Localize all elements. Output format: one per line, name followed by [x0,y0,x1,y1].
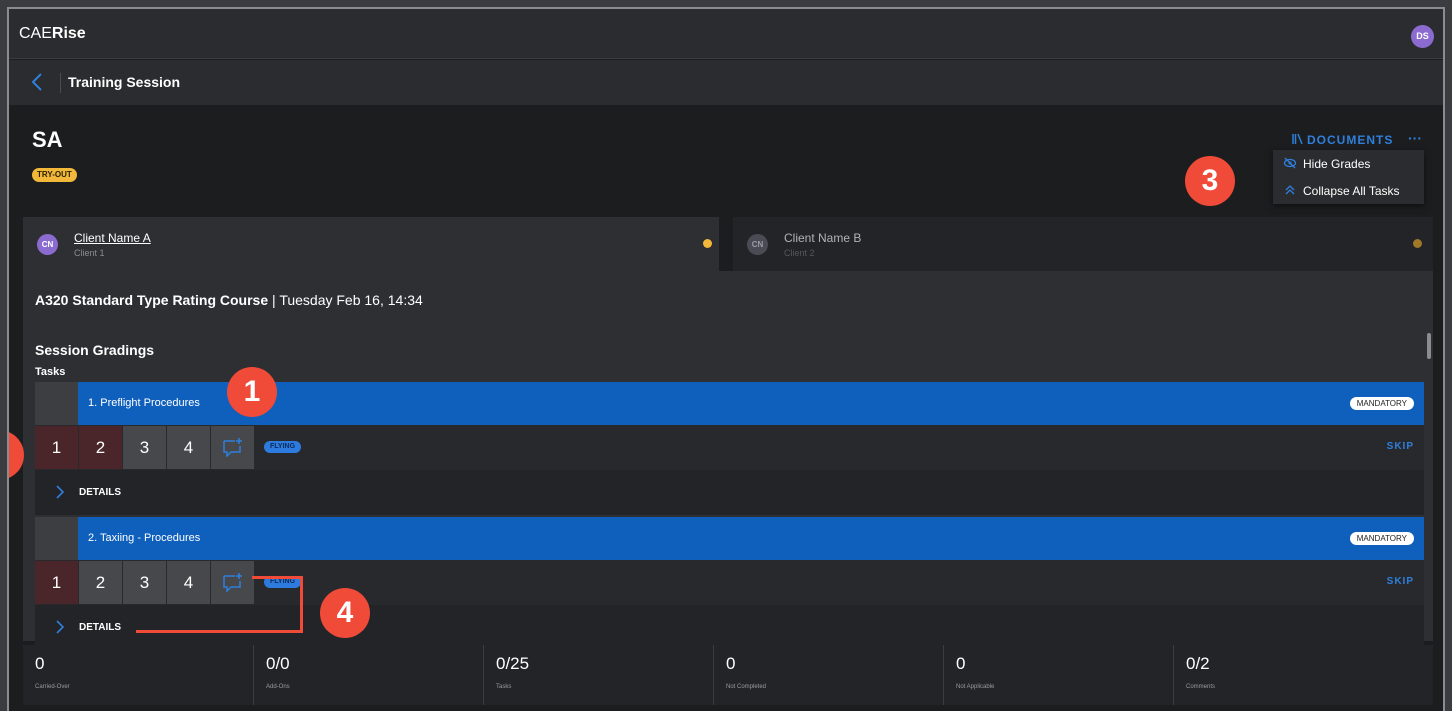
stat-label: Tasks [496,684,512,690]
page-title: SA [32,127,63,152]
details-label: DETAILS [79,622,122,633]
grade-button-3[interactable]: 3 [123,561,166,604]
grade-button-1[interactable]: 1 [35,561,78,604]
stat-label: Comments [1186,684,1216,690]
details-label: DETAILS [79,487,122,498]
stat-not-applicable: 0 Not Applicable [943,645,1173,705]
top-bar: CAERise DS [9,9,1443,59]
back-arrow-icon[interactable] [27,71,49,93]
stat-not-completed: 0 Not Completed [713,645,943,705]
skip-button[interactable]: SKIP [1387,576,1414,587]
grade-button-3[interactable]: 3 [123,426,166,469]
grade-button-4[interactable]: 4 [167,561,210,604]
stat-label: Not Applicable [956,684,995,690]
client-avatar: CN [37,234,58,255]
grade-row: 1 2 3 4 FLYING SKIP [35,425,1424,470]
eye-slash-icon [1283,157,1297,169]
app-window: CAERise DS Training Session SA TRY-OUT D… [7,7,1445,711]
menu-item-label: Hide Grades [1303,157,1371,171]
task-handle[interactable] [35,517,78,560]
course-heading: A320 Standard Type Rating Course | Tuesd… [35,292,423,308]
details-toggle[interactable]: DETAILS [35,470,1424,515]
double-chevron-up-icon [1285,185,1295,195]
add-comment-button[interactable] [211,561,254,604]
stat-value: 0 [726,654,736,673]
client-tab-b[interactable]: CN Client Name B Client 2 [733,217,1433,271]
callout-connector [300,576,303,633]
chevron-right-icon [56,485,65,499]
task-header[interactable]: 2. Taxiing - Procedures MANDATORY [35,517,1424,560]
options-menu: Hide Grades Collapse All Tasks [1273,150,1424,204]
add-comment-button[interactable] [211,426,254,469]
menu-item-label: Collapse All Tasks [1303,184,1400,198]
callout-connector [136,630,303,633]
tasks-label: Tasks [35,366,66,378]
library-icon [1292,133,1303,145]
add-comment-icon [223,573,242,592]
task-handle[interactable] [35,382,78,425]
client-tab-a[interactable]: CN Client Name A Client 1 [23,217,719,271]
stat-add-ons: 0/0 Add-Ons [253,645,483,705]
grade-button-1[interactable]: 1 [35,426,78,469]
status-dot [703,239,712,248]
stats-bar: 0 Carried-Over 0/0 Add-Ons 0/25 Tasks 0 … [23,645,1433,705]
sub-header: Training Session [9,60,1443,105]
task-name: 2. Taxiing - Procedures [88,532,201,544]
client-name[interactable]: Client Name B [784,231,861,245]
stat-value: 0 [35,654,45,673]
callout-badge-1: 1 [227,367,277,417]
details-toggle[interactable]: DETAILS [35,605,1424,650]
session-gradings-title: Session Gradings [35,342,155,358]
stat-value: 0/2 [1186,654,1210,673]
menu-item-collapse-all[interactable]: Collapse All Tasks [1273,177,1424,204]
tryout-badge: TRY-OUT [32,168,77,182]
callout-badge-4: 4 [320,588,370,638]
skip-button[interactable]: SKIP [1387,441,1414,452]
documents-button[interactable]: DOCUMENTS [1292,133,1393,147]
stat-value: 0/0 [266,654,290,673]
client-avatar: CN [747,234,768,255]
divider [60,73,61,93]
stat-label: Carried-Over [35,684,70,690]
mandatory-badge: MANDATORY [1349,532,1414,545]
grade-button-2[interactable]: 2 [79,561,122,604]
client-sub: Client 2 [784,248,815,258]
stat-value: 0 [956,654,966,673]
status-dot [1413,239,1422,248]
callout-connector [252,576,303,579]
stat-tasks: 0/25 Tasks [483,645,713,705]
mandatory-badge: MANDATORY [1349,397,1414,410]
grade-button-4[interactable]: 4 [167,426,210,469]
category-badge: FLYING [264,441,302,453]
chevron-right-icon [56,620,65,634]
add-comment-icon [223,438,242,457]
stat-carried-over: 0 Carried-Over [23,645,253,705]
grade-button-2[interactable]: 2 [79,426,122,469]
stat-value: 0/25 [496,654,530,673]
page-subtitle: Training Session [68,74,181,90]
more-options-button[interactable]: ··· [1408,130,1422,146]
scrollbar-thumb[interactable] [1427,333,1431,359]
callout-badge-3: 3 [1185,156,1235,206]
task-name: 1. Preflight Procedures [88,397,200,409]
menu-item-hide-grades[interactable]: Hide Grades [1273,150,1424,177]
stat-label: Not Completed [726,684,767,690]
user-avatar[interactable]: DS [1411,25,1434,48]
brand-logo[interactable]: CAERise [19,25,86,43]
client-panel: A320 Standard Type Rating Course | Tuesd… [23,271,1433,650]
callout-badge-2: 2 [9,430,24,480]
grade-row: 1 2 3 4 FLYING SKIP [35,560,1424,605]
client-sub: Client 1 [74,248,105,258]
stat-comments: 0/2 Comments [1173,645,1403,705]
stat-label: Add-Ons [266,684,290,690]
client-name[interactable]: Client Name A [74,231,151,245]
